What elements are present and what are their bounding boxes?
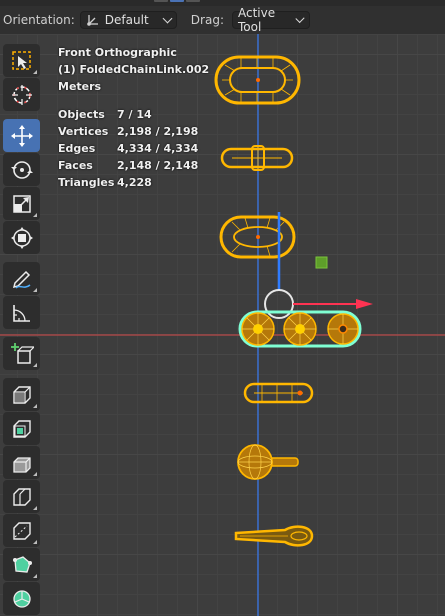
corner-indicator (33, 213, 37, 217)
knife-icon (12, 521, 31, 540)
edge-select-icon[interactable] (170, 0, 184, 2)
bevel-icon (12, 456, 31, 473)
3d-cursor-icon (11, 84, 32, 105)
corner-indicator (33, 574, 37, 578)
corner-indicator (33, 363, 37, 367)
poly-build-icon (12, 555, 32, 573)
rotate-icon (10, 160, 33, 179)
chevron-down-icon (162, 13, 173, 23)
corner-indicator (33, 288, 37, 292)
face-select-icon[interactable] (186, 0, 200, 2)
bevel-tool[interactable] (3, 446, 40, 479)
move-tool[interactable] (3, 119, 40, 152)
knife-tool[interactable] (3, 514, 40, 547)
unit-system: Meters (58, 80, 102, 93)
corner-indicator (33, 472, 37, 476)
cursor-tool[interactable] (3, 78, 40, 111)
select-mode-buttons[interactable] (154, 0, 200, 2)
rotate-tool[interactable] (3, 153, 40, 186)
select-box-icon (11, 50, 31, 70)
stat-row-faces: Faces 2,148 / 2,148 (58, 159, 199, 172)
add-cube-tool[interactable] (3, 337, 40, 370)
corner-indicator (33, 540, 37, 544)
measure-ruler-icon (12, 304, 30, 322)
stat-row-vertices: Vertices 2,198 / 2,198 (58, 125, 199, 138)
add-cube-icon (10, 342, 34, 364)
drag-value: Active Tool (237, 6, 276, 34)
scale-icon (12, 194, 31, 213)
corner-indicator (33, 506, 37, 510)
loop-cut-icon (12, 487, 31, 506)
orientation-value: Default (104, 13, 149, 27)
corner-indicator (33, 70, 37, 74)
orientation-dropdown[interactable]: Default (79, 11, 177, 29)
transform-tool[interactable] (3, 221, 40, 254)
vertex-select-icon[interactable] (154, 0, 168, 2)
corner-indicator (33, 404, 37, 408)
stat-row-objects: Objects 7 / 14 (58, 108, 152, 121)
viewport-text-overlay: Front Orthographic (1) FoldedChainLink.0… (58, 44, 209, 191)
extrude-region-tool[interactable] (3, 378, 40, 411)
poly-build-tool[interactable] (3, 548, 40, 581)
chevron-down-icon (295, 13, 305, 23)
measure-tool[interactable] (3, 296, 40, 329)
loop-cut-tool[interactable] (3, 480, 40, 513)
viewport-header: Orientation: Default Drag: Active Tool (0, 6, 445, 34)
scale-tool[interactable] (3, 187, 40, 220)
transform-orientation-icon (86, 15, 98, 26)
active-object-name: (1) FoldedChainLink.002 (58, 63, 210, 76)
transform-icon (10, 226, 33, 249)
annotate-tool[interactable] (3, 262, 40, 295)
select-box-tool[interactable] (3, 44, 40, 77)
spin-icon (12, 589, 31, 608)
spin-tool[interactable] (3, 582, 40, 615)
inset-faces-tool[interactable] (3, 412, 40, 445)
inset-icon (12, 419, 31, 438)
stat-row-edges: Edges 4,334 / 4,334 (58, 142, 199, 155)
drag-label: Drag: (190, 13, 224, 27)
move-arrows-icon (10, 124, 33, 147)
annotate-pencil-icon (12, 270, 30, 289)
extrude-icon (12, 385, 31, 404)
stat-row-triangles: Triangles 4,228 (58, 176, 152, 189)
drag-dropdown[interactable]: Active Tool (231, 6, 310, 34)
orientation-label: Orientation: (3, 13, 75, 27)
view-name: Front Orthographic (58, 46, 177, 59)
